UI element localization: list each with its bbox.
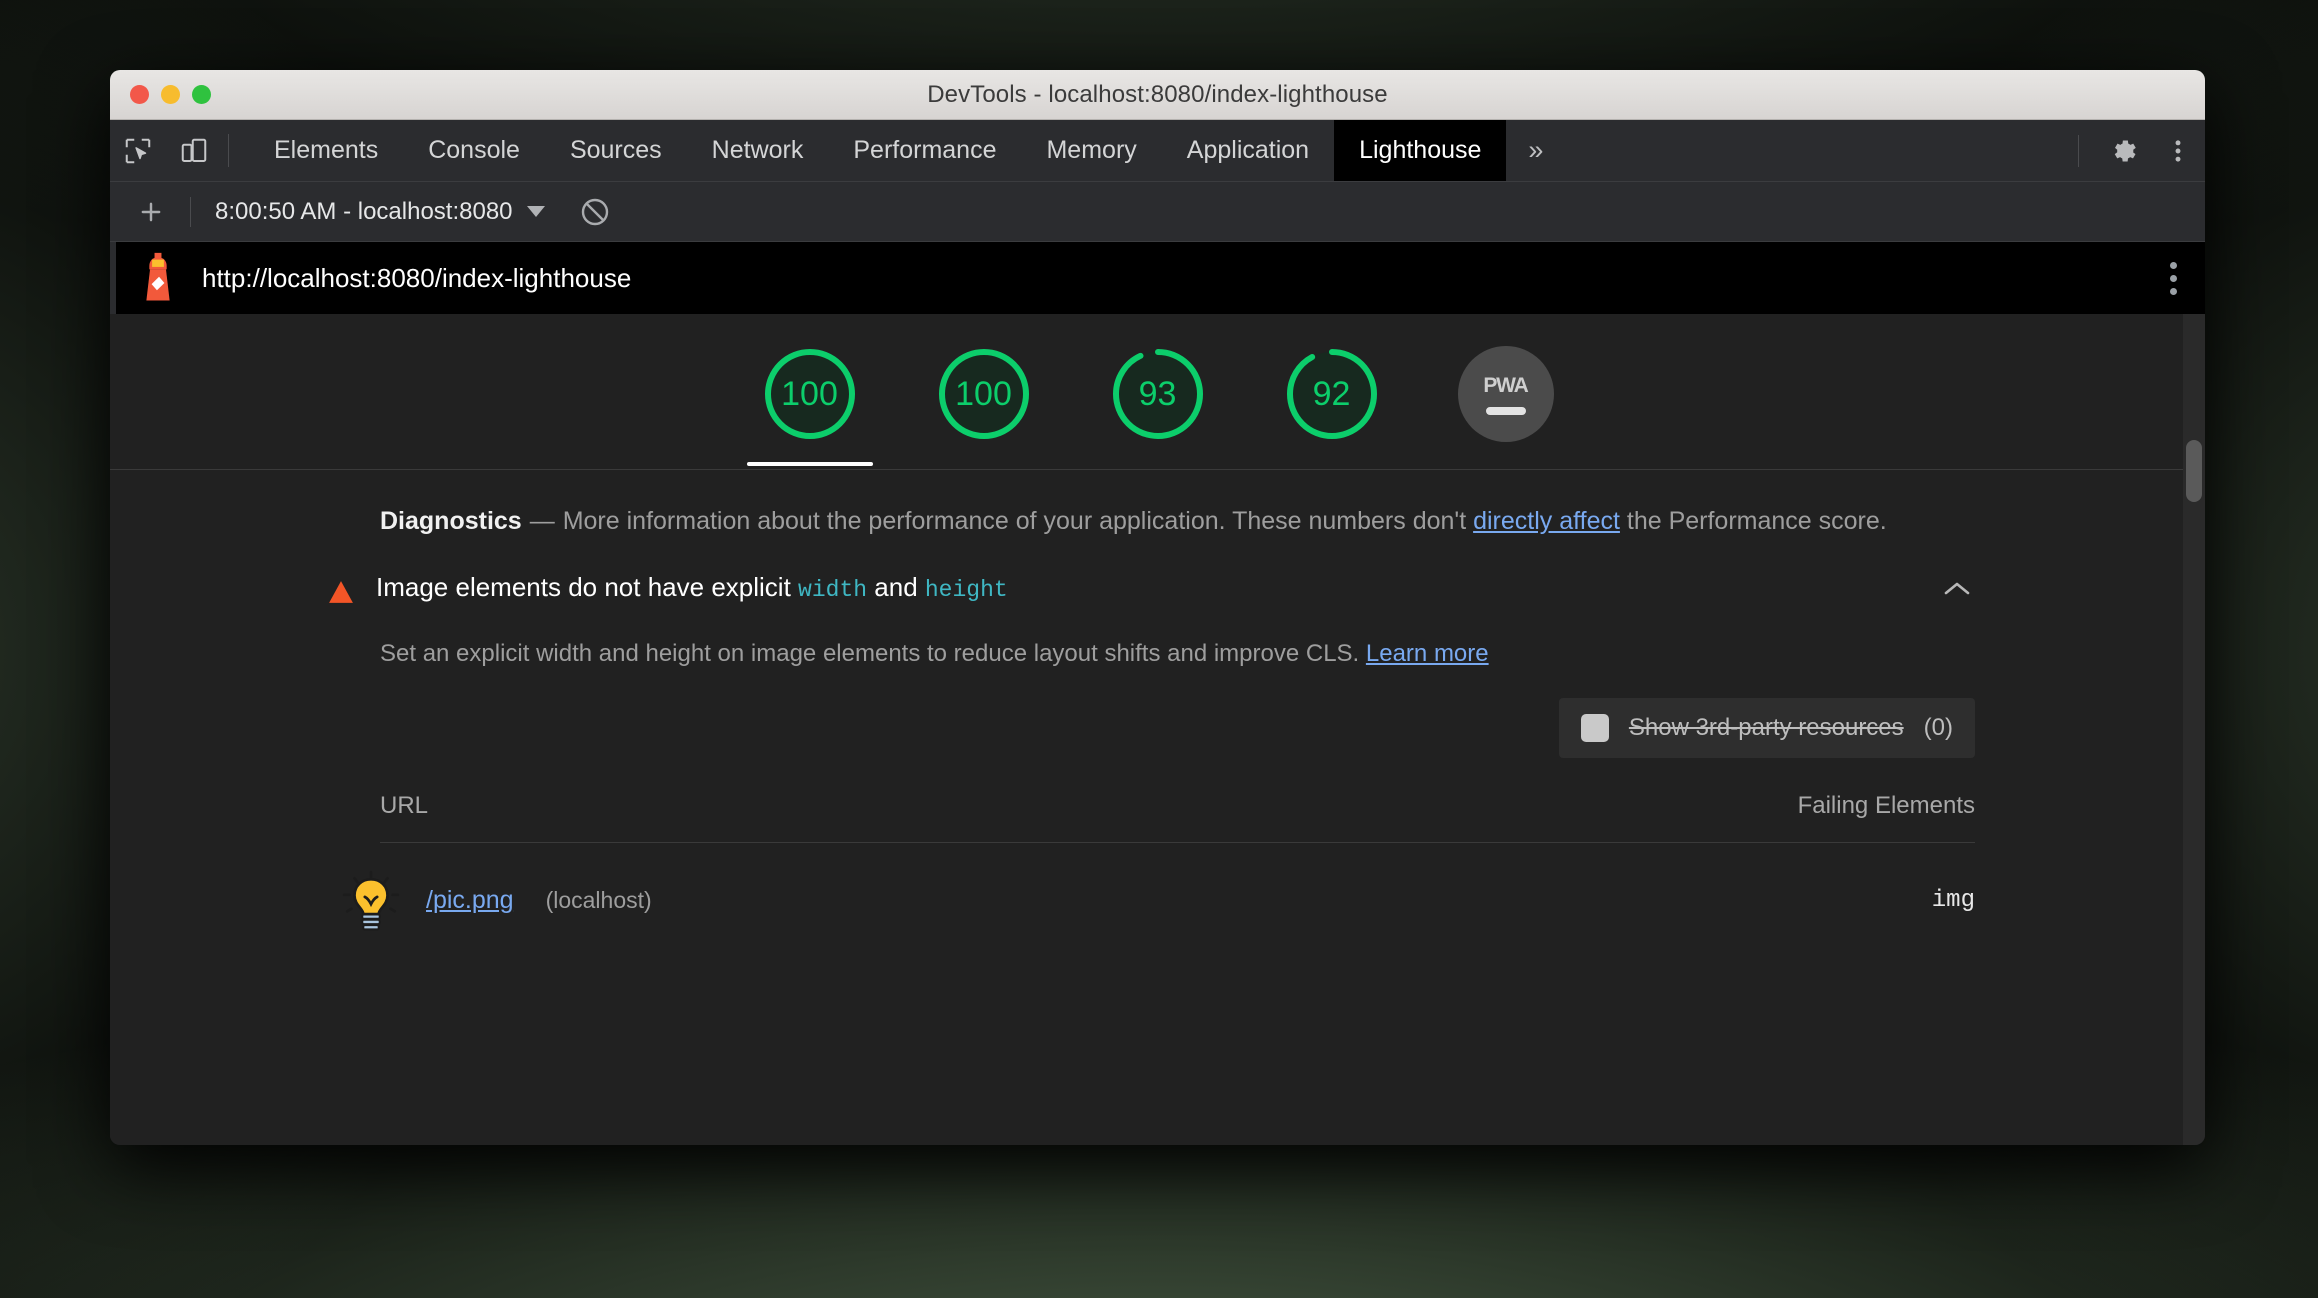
clear-icon[interactable]	[579, 196, 611, 228]
third-party-filter-row: Show 3rd-party resources (0)	[380, 698, 1975, 759]
pwa-badge: PWA	[1457, 346, 1554, 442]
gauge-performance[interactable]: 100	[741, 346, 879, 466]
devtools-toolbar-right	[2060, 120, 2205, 181]
gauge-score: 92	[1312, 374, 1351, 413]
diagnostics-title: Diagnostics	[380, 507, 522, 535]
lighthouse-report: http://localhost:8080/index-lighthouse 1…	[110, 242, 2205, 1145]
audit-title-part1: Image elements do not have explicit	[376, 571, 799, 602]
report-menu-icon[interactable]	[2170, 261, 2177, 295]
audit-description-text: Set an explicit width and height on imag…	[380, 639, 1366, 667]
gauge-ring: 93	[1110, 346, 1206, 442]
menu-dot	[2170, 274, 2177, 282]
tab-console[interactable]: Console	[403, 120, 545, 181]
gauge-score: 93	[1138, 374, 1177, 413]
column-header-failing-elements: Failing Elements	[1797, 792, 1975, 820]
gauge-best-practices[interactable]: 93	[1089, 346, 1227, 462]
audit-description: Set an explicit width and height on imag…	[380, 637, 1975, 671]
devtools-window: DevTools - localhost:8080/index-lighthou…	[110, 70, 2205, 1145]
devtools-toolbar: Elements Console Sources Network Perform…	[110, 120, 2205, 182]
show-third-party-count: (0)	[1923, 714, 1953, 742]
gauge-pwa[interactable]: PWA	[1437, 346, 1575, 462]
tab-memory[interactable]: Memory	[1021, 120, 1161, 181]
report-body: 100 100 93 92 PWA Diagnostics — More inf…	[110, 314, 2205, 1145]
report-content: Diagnostics — More information about the p…	[110, 470, 2205, 959]
tab-network[interactable]: Network	[687, 120, 829, 181]
report-scrollbar[interactable]	[2183, 314, 2205, 1145]
more-tabs-icon[interactable]: »	[1506, 120, 1565, 181]
gauge-ring: 100	[936, 346, 1032, 442]
category-gauges: 100 100 93 92 PWA	[110, 314, 2205, 470]
gauge-accessibility[interactable]: 100	[915, 346, 1053, 462]
toolbar-divider	[228, 134, 229, 167]
warning-triangle-icon	[329, 580, 353, 603]
tab-performance[interactable]: Performance	[828, 120, 1021, 181]
diagnostics-text-after: the Performance score.	[1619, 507, 1887, 535]
lighthouse-toolbar: 8:00:50 AM - localhost:8080	[110, 182, 2205, 242]
lightbulb-thumbnail	[342, 870, 400, 931]
lighthouse-logo	[146, 252, 170, 301]
audit-header[interactable]: Image elements do not have explicit widt…	[329, 571, 1975, 607]
gauge-score: 100	[955, 374, 1012, 413]
toolbar-divider-right	[2078, 134, 2079, 167]
window-title: DevTools - localhost:8080/index-lighthou…	[927, 80, 1388, 108]
cell-failing-element: img	[1344, 842, 1975, 959]
diagnostics-intro: Diagnostics — More information about the p…	[110, 470, 2205, 539]
window-titlebar: DevTools - localhost:8080/index-lighthou…	[110, 70, 2205, 120]
diagnostics-text-before: More information about the performance o…	[562, 507, 1474, 535]
chevron-up-icon[interactable]	[1939, 571, 1975, 607]
report-run-select[interactable]: 8:00:50 AM - localhost:8080	[207, 194, 553, 230]
show-third-party-label: Show 3rd-party resources	[1628, 714, 1904, 742]
learn-more-link[interactable]: Learn more	[1366, 640, 1489, 667]
lighthouse-toolbar-divider	[190, 196, 191, 227]
url-cell-content: /pic.png (localhost)	[342, 868, 1345, 934]
audit-title-code-width: width	[798, 576, 868, 603]
diagnostics-dash: —	[529, 507, 555, 535]
row-url-host: (localhost)	[545, 887, 652, 914]
panel-tabs: Elements Console Sources Network Perform…	[249, 120, 1507, 181]
inspect-element-icon[interactable]	[110, 120, 166, 181]
gauge-seo[interactable]: 92	[1263, 346, 1401, 462]
audit-title-part2: and	[867, 571, 925, 602]
row-url-link[interactable]: /pic.png	[426, 886, 514, 915]
tab-lighthouse[interactable]: Lighthouse	[1334, 120, 1507, 181]
new-report-button[interactable]	[128, 189, 174, 235]
three-dot-menu-icon[interactable]	[2151, 137, 2205, 165]
tab-sources[interactable]: Sources	[545, 120, 687, 181]
tab-elements[interactable]: Elements	[249, 120, 403, 181]
report-url: http://localhost:8080/index-lighthouse	[202, 262, 632, 293]
device-toolbar-icon[interactable]	[166, 120, 222, 181]
menu-dot	[2170, 287, 2177, 295]
cell-url: /pic.png (localhost)	[342, 842, 1345, 959]
chevron-down-icon	[526, 206, 545, 217]
audit-table: URL Failing Elements /pic.png (localhost…	[342, 786, 1975, 959]
gauge-score: 100	[781, 374, 838, 413]
gauge-ring: 100	[762, 346, 858, 442]
menu-dot	[2170, 261, 2177, 269]
report-header: http://localhost:8080/index-lighthouse	[110, 242, 2205, 314]
audit-item-image-size: Image elements do not have explicit widt…	[329, 571, 1975, 959]
show-third-party-checkbox[interactable]	[1580, 714, 1609, 743]
gauge-ring: 92	[1284, 346, 1380, 442]
third-party-filter[interactable]: Show 3rd-party resources (0)	[1558, 698, 1975, 759]
column-header-url: URL	[380, 792, 429, 820]
pwa-label: PWA	[1483, 373, 1528, 397]
audit-title: Image elements do not have explicit widt…	[376, 571, 1919, 606]
audit-title-code-height: height	[924, 576, 1008, 603]
table-row: /pic.png (localhost) img	[342, 842, 1975, 959]
report-run-label: 8:00:50 AM - localhost:8080	[215, 197, 513, 225]
table-header-row: URL Failing Elements	[380, 786, 1975, 843]
gear-icon[interactable]	[2097, 136, 2151, 166]
pwa-not-applicable-bar	[1485, 406, 1526, 415]
tab-application[interactable]: Application	[1162, 120, 1334, 181]
directly-affect-link[interactable]: directly affect	[1473, 507, 1620, 535]
report-scrollbar-thumb[interactable]	[2186, 440, 2202, 502]
